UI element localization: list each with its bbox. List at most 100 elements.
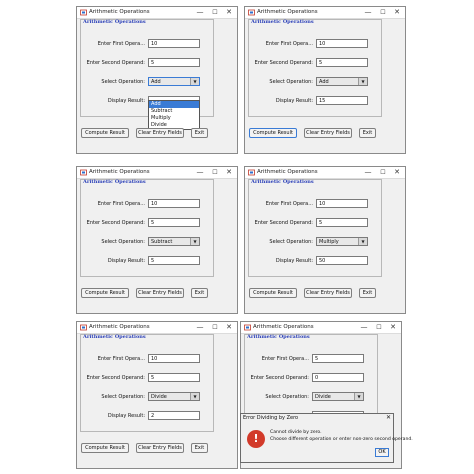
close-button[interactable]: ✕ <box>390 7 404 18</box>
close-button[interactable]: ✕ <box>386 322 400 333</box>
operation-select-value: Add <box>151 79 161 85</box>
java-app-icon <box>248 169 255 176</box>
exit-button[interactable]: Exit <box>191 128 208 138</box>
ok-button[interactable]: OK <box>375 448 389 457</box>
error-dialog: Error Dividing by Zero ✕ ! Cannot divide… <box>240 413 413 463</box>
first-operand-field[interactable]: 5 <box>312 354 364 363</box>
close-button[interactable]: ✕ <box>222 322 236 333</box>
operation-select-value: Divide <box>315 394 331 400</box>
minimize-button[interactable]: — <box>193 7 207 18</box>
first-operand-field[interactable]: 10 <box>148 354 200 363</box>
minimize-button[interactable]: — <box>357 322 371 333</box>
second-operand-field[interactable]: 0 <box>312 373 364 382</box>
operations-panel: Arithmetic Operations Enter First Opera.… <box>248 179 382 277</box>
title-bar[interactable]: Arithmetic Operations — ☐ ✕ <box>77 322 237 334</box>
first-operand-field[interactable]: 10 <box>148 39 200 48</box>
minimize-button[interactable]: — <box>361 7 375 18</box>
maximize-button[interactable]: ☐ <box>208 322 222 333</box>
dropdown-option[interactable]: Subtract <box>149 108 199 115</box>
exit-button[interactable]: Exit <box>359 128 376 138</box>
exit-button[interactable]: Exit <box>191 443 208 453</box>
result-field[interactable]: 2 <box>148 411 200 420</box>
operations-panel: Arithmetic Operations Enter First Opera.… <box>80 334 214 432</box>
exit-button[interactable]: Exit <box>191 288 208 298</box>
maximize-button[interactable]: ☐ <box>208 167 222 178</box>
app-window: Arithmetic Operations — ☐ ✕ Arithmetic O… <box>244 6 406 154</box>
java-app-icon <box>244 324 251 331</box>
first-operand-label: Enter First Opera... <box>97 356 145 362</box>
second-operand-field[interactable]: 5 <box>316 218 368 227</box>
second-operand-field[interactable]: 5 <box>148 218 200 227</box>
second-operand-field[interactable]: 5 <box>148 373 200 382</box>
result-label: Display Result: <box>107 98 145 104</box>
chevron-down-icon[interactable]: ▼ <box>190 78 199 85</box>
maximize-button[interactable]: ☐ <box>376 7 390 18</box>
second-operand-label: Enter Second Operand: <box>254 60 313 66</box>
compute-result-button[interactable]: Compute Result <box>81 128 129 138</box>
result-label: Display Result: <box>275 258 313 264</box>
clear-entry-fields-button[interactable]: Clear Entry Fields <box>304 128 352 138</box>
minimize-button[interactable]: — <box>361 167 375 178</box>
clear-entry-fields-button[interactable]: Clear Entry Fields <box>136 288 184 298</box>
clear-entry-fields-button[interactable]: Clear Entry Fields <box>136 443 184 453</box>
error-dialog-title: Error Dividing by Zero <box>243 415 299 421</box>
operation-select[interactable]: Divide ▼ <box>148 392 200 401</box>
exit-button[interactable]: Exit <box>359 288 376 298</box>
first-operand-field[interactable]: 10 <box>148 199 200 208</box>
maximize-button[interactable]: ☐ <box>376 167 390 178</box>
operation-select[interactable]: Multiply ▼ <box>316 237 368 246</box>
minimize-button[interactable]: — <box>193 322 207 333</box>
select-operation-label: Select Operation: <box>101 79 145 85</box>
operation-select[interactable]: Add ▼ <box>316 77 368 86</box>
compute-result-button[interactable]: Compute Result <box>81 443 129 453</box>
title-bar[interactable]: Arithmetic Operations — ☐ ✕ <box>77 167 237 179</box>
title-bar[interactable]: Arithmetic Operations — ☐ ✕ <box>245 7 405 19</box>
result-field[interactable]: 50 <box>316 256 368 265</box>
second-operand-field[interactable]: 5 <box>148 58 200 67</box>
compute-result-button[interactable]: Compute Result <box>81 288 129 298</box>
first-operand-label: Enter First Opera... <box>265 201 313 207</box>
maximize-button[interactable]: ☐ <box>208 7 222 18</box>
chevron-down-icon[interactable]: ▼ <box>190 393 199 400</box>
title-bar[interactable]: Arithmetic Operations — ☐ ✕ <box>245 167 405 179</box>
clear-entry-fields-button[interactable]: Clear Entry Fields <box>304 288 352 298</box>
close-button[interactable]: ✕ <box>390 167 404 178</box>
panel-title: Arithmetic Operations <box>247 334 310 340</box>
dropdown-option[interactable]: Add <box>149 101 199 108</box>
error-dialog-close-button[interactable]: ✕ <box>386 414 391 421</box>
app-window: Arithmetic Operations — ☐ ✕ Arithmetic O… <box>76 166 238 314</box>
chevron-down-icon[interactable]: ▼ <box>190 238 199 245</box>
panel-title: Arithmetic Operations <box>251 179 314 185</box>
close-button[interactable]: ✕ <box>222 167 236 178</box>
dropdown-option[interactable]: Multiply <box>149 115 199 122</box>
chevron-down-icon[interactable]: ▼ <box>358 78 367 85</box>
operation-select-value: Add <box>319 79 329 85</box>
title-bar[interactable]: Arithmetic Operations — ☐ ✕ <box>77 7 237 19</box>
operation-select[interactable]: Add ▼ <box>148 77 200 86</box>
first-operand-field[interactable]: 10 <box>316 199 368 208</box>
window-title: Arithmetic Operations <box>253 324 314 330</box>
operation-select[interactable]: Divide ▼ <box>312 392 364 401</box>
second-operand-label: Enter Second Operand: <box>86 220 145 226</box>
compute-result-button[interactable]: Compute Result <box>249 128 297 138</box>
panel-title: Arithmetic Operations <box>83 179 146 185</box>
first-operand-field[interactable]: 10 <box>316 39 368 48</box>
java-app-icon <box>80 324 87 331</box>
chevron-down-icon[interactable]: ▼ <box>354 393 363 400</box>
result-field[interactable]: 5 <box>148 256 200 265</box>
select-operation-label: Select Operation: <box>265 394 309 400</box>
minimize-button[interactable]: — <box>193 167 207 178</box>
title-bar[interactable]: Arithmetic Operations — ☐ ✕ <box>241 322 401 334</box>
operation-select[interactable]: Subtract ▼ <box>148 237 200 246</box>
result-field[interactable]: 15 <box>316 96 368 105</box>
operation-select-value: Divide <box>151 394 167 400</box>
clear-entry-fields-button[interactable]: Clear Entry Fields <box>136 128 184 138</box>
first-operand-label: Enter First Opera... <box>97 201 145 207</box>
window-title: Arithmetic Operations <box>257 9 318 15</box>
second-operand-field[interactable]: 5 <box>316 58 368 67</box>
maximize-button[interactable]: ☐ <box>372 322 386 333</box>
compute-result-button[interactable]: Compute Result <box>249 288 297 298</box>
chevron-down-icon[interactable]: ▼ <box>358 238 367 245</box>
second-operand-label: Enter Second Operand: <box>254 220 313 226</box>
close-button[interactable]: ✕ <box>222 7 236 18</box>
